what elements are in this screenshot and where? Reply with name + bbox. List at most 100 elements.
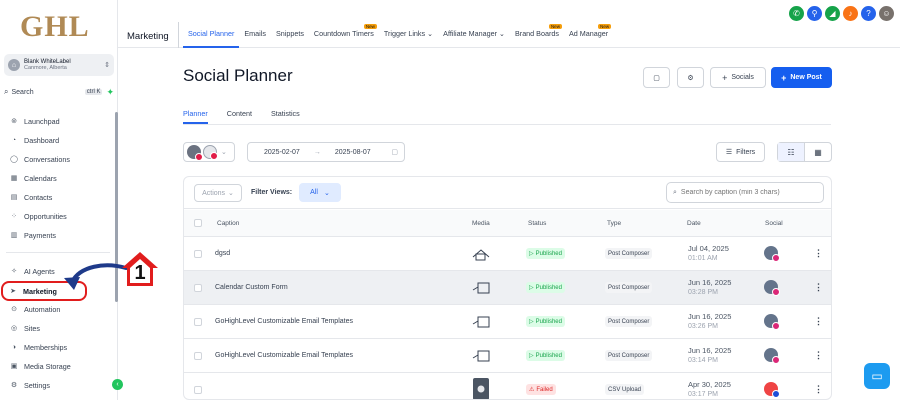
row-checkbox[interactable] bbox=[194, 386, 202, 394]
new-post-button[interactable]: + New Post bbox=[771, 67, 832, 88]
sidebar-item-settings[interactable]: ⚙ Settings bbox=[4, 377, 112, 393]
row-caption: dgsd bbox=[215, 250, 231, 257]
column-social[interactable]: Social bbox=[765, 220, 783, 227]
chevron-updown-icon: ⇕ bbox=[104, 62, 110, 69]
row-checkbox[interactable] bbox=[194, 318, 202, 326]
brand-logo[interactable]: GHL bbox=[20, 10, 90, 44]
account-switcher[interactable]: ⌂ Blank WhiteLabel Canmore, Alberta ⇕ bbox=[4, 54, 114, 76]
media-thumbnail-icon[interactable] bbox=[471, 247, 491, 261]
tab-statistics[interactable]: Statistics bbox=[271, 109, 300, 124]
collapse-sidebar-button[interactable]: ‹ bbox=[112, 379, 123, 390]
subtab-divider bbox=[183, 124, 831, 125]
type-badge: Post Composer bbox=[605, 282, 653, 293]
tab-label: Affiliate Manager bbox=[443, 29, 497, 38]
table-row[interactable]: ⚠ Failed CSV Upload Apr 30, 2025 03:17 PM… bbox=[184, 373, 831, 400]
chevron-down-icon: ⌄ bbox=[323, 189, 330, 197]
date-range-picker[interactable]: 2025-02-07 → 2025-08-07 ▢ bbox=[247, 142, 405, 162]
sidebar-item-opportunities[interactable]: ⁘ Opportunities bbox=[4, 208, 112, 224]
table-row[interactable]: GoHighLevel Customizable Email Templates… bbox=[184, 305, 831, 339]
phone-icon[interactable]: ✆ bbox=[789, 6, 804, 21]
tab-trigger-links[interactable]: Trigger Links ⌄ bbox=[379, 29, 438, 48]
filter-views-select[interactable]: All ⌄ bbox=[299, 183, 341, 202]
ai-icon: ✧ bbox=[11, 268, 17, 275]
sidebar-item-label: Conversations bbox=[24, 154, 70, 164]
chevron-down-icon: ⌄ bbox=[221, 149, 227, 156]
select-all-checkbox[interactable] bbox=[194, 219, 202, 227]
sidebar-item-media-storage[interactable]: ▣ Media Storage bbox=[4, 358, 112, 374]
column-type[interactable]: Type bbox=[607, 220, 621, 227]
tab-label: Snippets bbox=[275, 29, 304, 38]
tab-social-planner[interactable]: Social Planner bbox=[183, 29, 240, 48]
actions-dropdown[interactable]: Actions ⌄ bbox=[194, 184, 242, 202]
more-options-icon[interactable]: ⋮ bbox=[814, 316, 823, 327]
settings-button[interactable]: ⚙ bbox=[677, 67, 704, 88]
more-options-icon[interactable]: ⋮ bbox=[814, 350, 823, 361]
sidebar-item-sites[interactable]: ◎ Sites bbox=[4, 320, 112, 336]
row-checkbox[interactable] bbox=[194, 250, 202, 258]
row-checkbox[interactable] bbox=[194, 352, 202, 360]
table-row[interactable]: Calendar Custom Form ▷ Published Post Com… bbox=[184, 271, 831, 305]
sparkle-icon[interactable]: ✦ bbox=[106, 87, 114, 98]
caption-search-input[interactable] bbox=[680, 189, 816, 196]
tab-brand-boards[interactable]: Brand Boards New bbox=[510, 24, 564, 48]
sidebar-item-memberships[interactable]: ◑ Memberships bbox=[4, 339, 112, 355]
megaphone-icon[interactable]: ◢ bbox=[825, 6, 840, 21]
help-icon[interactable]: ? bbox=[861, 6, 876, 21]
user-avatar[interactable]: ☺ bbox=[879, 6, 894, 21]
sidebar-item-payments[interactable]: ▥ Payments bbox=[4, 227, 112, 243]
tab-ad-manager[interactable]: Ad Manager New bbox=[564, 24, 613, 48]
table-row[interactable]: GoHighLevel Customizable Email Templates… bbox=[184, 339, 831, 373]
column-caption[interactable]: Caption bbox=[217, 220, 239, 227]
more-options-icon[interactable]: ⋮ bbox=[814, 248, 823, 259]
tab-snippets[interactable]: Snippets bbox=[271, 29, 309, 48]
type-badge: Post Composer bbox=[605, 248, 653, 259]
more-options-icon[interactable]: ⋮ bbox=[814, 384, 823, 395]
sidebar-item-conversations[interactable]: ◯ Conversations bbox=[4, 151, 112, 167]
tab-content[interactable]: Content bbox=[227, 109, 252, 124]
sidebar-search[interactable]: ⌕ Search ctrl K ✦ bbox=[4, 86, 114, 98]
list-view-icon[interactable]: ☷ bbox=[778, 143, 805, 161]
posts-table: Actions⌄ Filter Views: All⌄ ⌕ Caption Me… bbox=[183, 176, 832, 400]
sidebar-item-calendars[interactable]: ▦ Calendars bbox=[4, 170, 112, 186]
video-thumbnail-icon[interactable] bbox=[471, 377, 491, 400]
sidebar-item-contacts[interactable]: ▤ Contacts bbox=[4, 189, 112, 205]
column-date[interactable]: Date bbox=[687, 220, 701, 227]
filters-button[interactable]: ☰ Filters bbox=[716, 142, 765, 162]
tab-affiliate-manager[interactable]: Affiliate Manager ⌄ bbox=[438, 29, 510, 48]
tab-emails[interactable]: Emails bbox=[239, 29, 271, 48]
magic-wand-icon[interactable]: ⚲ bbox=[807, 6, 822, 21]
sidebar-item-dashboard[interactable]: ◔ Dashboard bbox=[4, 132, 112, 148]
chevron-down-icon: ⌄ bbox=[498, 29, 505, 38]
social-account-picker[interactable]: ⌄ bbox=[183, 142, 235, 162]
tab-countdown-timers[interactable]: Countdown Timers New bbox=[309, 24, 379, 48]
media-thumbnail-icon[interactable] bbox=[471, 349, 491, 363]
add-socials-button[interactable]: + Socials bbox=[710, 67, 766, 88]
media-thumbnail-icon[interactable] bbox=[471, 281, 491, 295]
filter-views-label: Filter Views: bbox=[251, 189, 293, 196]
media-thumbnail-icon[interactable] bbox=[471, 315, 491, 329]
type-badge: CSV Upload bbox=[605, 384, 645, 395]
rocket-icon: ⊚ bbox=[11, 118, 17, 125]
contacts-icon: ▤ bbox=[10, 194, 18, 201]
sidebar-item-automation[interactable]: ⊙ Automation bbox=[4, 301, 112, 317]
column-media[interactable]: Media bbox=[472, 220, 490, 227]
feedback-button[interactable]: ▢ bbox=[643, 67, 670, 88]
table-row[interactable]: dgsd ▷ Published Post Composer Jul 04, 20… bbox=[184, 237, 831, 271]
bell-icon[interactable]: ♪ bbox=[843, 6, 858, 21]
row-date: Jul 04, 2025 bbox=[688, 244, 729, 253]
support-chat-button[interactable]: ▭ bbox=[864, 363, 890, 389]
sidebar-item-launchpad[interactable]: ⊚ Launchpad bbox=[4, 113, 112, 129]
calendar-view-icon[interactable]: ▦ bbox=[805, 143, 831, 161]
more-options-icon[interactable]: ⋮ bbox=[814, 282, 823, 293]
tab-planner[interactable]: Planner bbox=[183, 109, 208, 124]
tab-label: Countdown Timers bbox=[313, 29, 374, 38]
row-date: Jun 16, 2025 bbox=[688, 312, 732, 321]
row-checkbox[interactable] bbox=[194, 284, 202, 292]
automation-icon: ⊙ bbox=[11, 306, 17, 313]
sidebar-item-label: Opportunities bbox=[24, 211, 67, 221]
sidebar-item-label: AI Agents bbox=[24, 266, 55, 276]
tab-label: Ad Manager bbox=[568, 29, 609, 38]
plus-icon: + bbox=[781, 72, 787, 83]
column-status[interactable]: Status bbox=[528, 220, 546, 227]
filter-icon: ☰ bbox=[725, 149, 733, 156]
